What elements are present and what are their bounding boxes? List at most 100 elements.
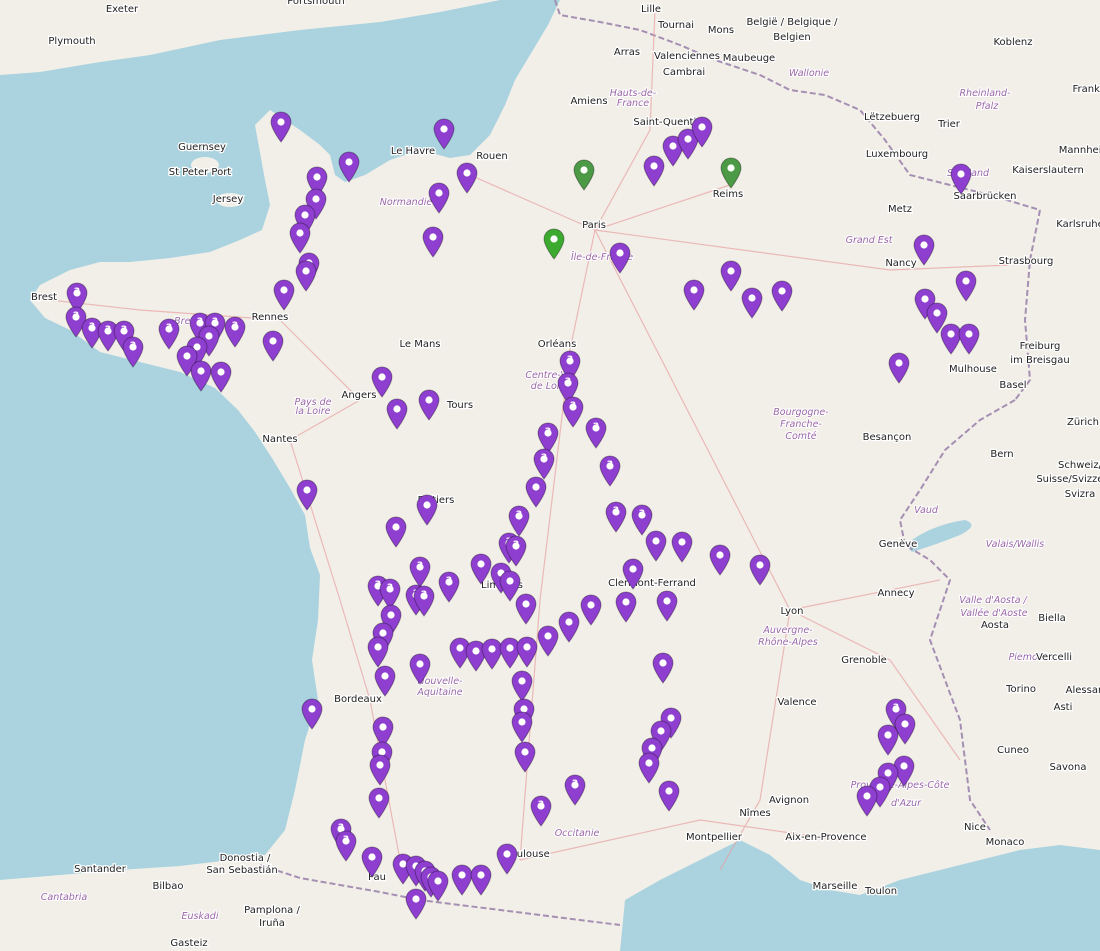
map-marker[interactable] bbox=[524, 476, 548, 508]
map-marker[interactable] bbox=[427, 182, 451, 214]
map-marker[interactable] bbox=[912, 234, 936, 266]
map-pin-icon bbox=[409, 653, 431, 685]
city-label-portsmouth: Portsmouth bbox=[287, 0, 345, 7]
map-marker[interactable] bbox=[670, 531, 694, 563]
map-pin-icon bbox=[514, 741, 536, 773]
map-marker[interactable] bbox=[657, 780, 681, 812]
map-pin-icon bbox=[470, 864, 492, 896]
map-marker[interactable]: 2 bbox=[437, 571, 461, 603]
map-marker[interactable] bbox=[495, 843, 519, 875]
map-marker[interactable] bbox=[770, 280, 794, 312]
map-marker[interactable] bbox=[655, 590, 679, 622]
map-marker[interactable] bbox=[209, 361, 233, 393]
map-marker[interactable] bbox=[417, 389, 441, 421]
map-marker[interactable]: 2 bbox=[561, 396, 585, 428]
city-label-santander: Santander bbox=[74, 864, 127, 875]
city-label-nantes: Nantes bbox=[262, 434, 297, 445]
city-label-vercelli: Vercelli bbox=[1036, 652, 1072, 663]
map-marker[interactable] bbox=[415, 494, 439, 526]
map-marker[interactable] bbox=[432, 118, 456, 150]
map-pin-icon bbox=[609, 242, 631, 274]
city-label-annecy: Annecy bbox=[877, 588, 914, 599]
map-marker[interactable] bbox=[514, 593, 538, 625]
map-marker[interactable] bbox=[295, 479, 319, 511]
city-label-kaiserslautern: Kaiserslautern bbox=[1012, 165, 1084, 176]
map-pin-icon bbox=[371, 366, 393, 398]
map-marker[interactable]: 2 bbox=[223, 316, 247, 348]
map-marker[interactable] bbox=[384, 516, 408, 548]
map-marker[interactable] bbox=[614, 591, 638, 623]
map-marker[interactable]: 2 bbox=[121, 336, 145, 368]
map-marker[interactable] bbox=[740, 287, 764, 319]
map-marker[interactable] bbox=[513, 741, 537, 773]
map-marker[interactable] bbox=[887, 352, 911, 384]
map-marker[interactable] bbox=[719, 157, 743, 189]
city-label-le-havre: Le Havre bbox=[391, 146, 435, 157]
map-marker[interactable] bbox=[855, 785, 879, 817]
map-marker[interactable] bbox=[651, 652, 675, 684]
map-marker[interactable] bbox=[557, 611, 581, 643]
map-pin-icon bbox=[361, 846, 383, 878]
city-label-arras: Arras bbox=[614, 47, 640, 58]
city-label-lille: Lille bbox=[641, 4, 661, 15]
city-label-le-mans: Le Mans bbox=[399, 339, 440, 350]
region-label-euskadi: Euskadi bbox=[182, 911, 219, 922]
map-marker[interactable] bbox=[366, 636, 390, 668]
map-marker[interactable] bbox=[426, 870, 450, 902]
map-marker[interactable] bbox=[373, 665, 397, 697]
map-marker[interactable] bbox=[579, 594, 603, 626]
city-label-metz: Metz bbox=[888, 204, 912, 215]
map-pin-icon bbox=[438, 571, 460, 603]
map-marker[interactable] bbox=[370, 366, 394, 398]
map-marker[interactable] bbox=[360, 846, 384, 878]
map-marker[interactable] bbox=[690, 116, 714, 148]
map-marker[interactable]: 2 bbox=[529, 795, 553, 827]
region-label-pdl2: la Loire bbox=[296, 406, 331, 417]
map-pin-icon bbox=[749, 554, 771, 586]
map-marker[interactable]: 2 bbox=[334, 830, 358, 862]
map-marker[interactable] bbox=[367, 787, 391, 819]
map-marker[interactable] bbox=[572, 159, 596, 191]
city-label-avignon: Avignon bbox=[769, 795, 809, 806]
map-marker[interactable] bbox=[954, 270, 978, 302]
city-label-nimes: Nîmes bbox=[739, 807, 770, 819]
map-marker[interactable] bbox=[294, 260, 318, 292]
map-marker[interactable] bbox=[957, 323, 981, 355]
map-marker[interactable]: 2 bbox=[412, 585, 436, 617]
map-pin-icon bbox=[368, 787, 390, 819]
map-marker[interactable]: 2 bbox=[563, 774, 587, 806]
map-marker[interactable] bbox=[510, 711, 534, 743]
map-marker[interactable] bbox=[368, 754, 392, 786]
map-marker[interactable] bbox=[261, 330, 285, 362]
map-pin-icon bbox=[496, 843, 518, 875]
map-pin-icon bbox=[374, 665, 396, 697]
city-label-letzebuerg: Lëtzebuerg bbox=[864, 112, 920, 123]
map-marker[interactable]: 2 bbox=[584, 417, 608, 449]
map-marker[interactable]: 2 bbox=[604, 501, 628, 533]
map-marker[interactable] bbox=[288, 222, 312, 254]
map-marker[interactable] bbox=[469, 864, 493, 896]
map-marker[interactable] bbox=[421, 226, 445, 258]
map-marker[interactable] bbox=[300, 698, 324, 730]
map-marker[interactable] bbox=[269, 111, 293, 143]
map-marker[interactable] bbox=[949, 163, 973, 195]
map-marker[interactable] bbox=[608, 242, 632, 274]
map-pin-icon bbox=[888, 352, 910, 384]
map-marker[interactable] bbox=[708, 544, 732, 576]
map-marker[interactable] bbox=[408, 653, 432, 685]
map-pin-icon bbox=[433, 118, 455, 150]
map-marker[interactable] bbox=[385, 398, 409, 430]
map-marker[interactable] bbox=[404, 888, 428, 920]
map-marker[interactable]: 2 bbox=[598, 455, 622, 487]
map-marker[interactable] bbox=[455, 162, 479, 194]
map-marker[interactable] bbox=[621, 558, 645, 590]
map-marker[interactable] bbox=[748, 554, 772, 586]
map-marker[interactable] bbox=[337, 151, 361, 183]
map-marker[interactable] bbox=[682, 279, 706, 311]
region-label-bfc1: Bourgogne- bbox=[773, 407, 829, 418]
map-marker[interactable] bbox=[542, 228, 566, 260]
map-marker[interactable] bbox=[876, 724, 900, 756]
map-canvas[interactable]: Hauts-de- France Wallonie Normandie Île-de-F… bbox=[0, 0, 1100, 951]
map-marker[interactable] bbox=[644, 530, 668, 562]
map-marker[interactable] bbox=[272, 279, 296, 311]
